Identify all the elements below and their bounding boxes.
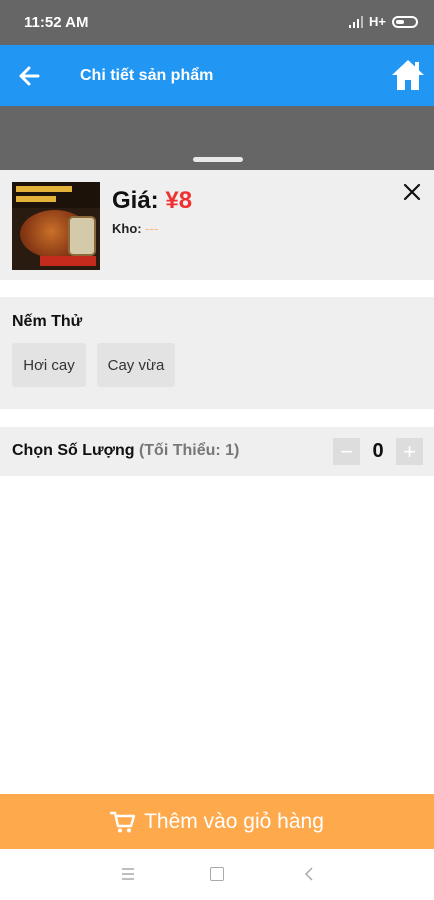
flavor-option-medium[interactable]: Cay vừa — [97, 343, 175, 387]
back-arrow-icon[interactable] — [14, 61, 44, 91]
app-bar: Chi tiết sản phẩm — [0, 45, 434, 106]
add-to-cart-button[interactable]: Thêm vào giỏ hàng — [0, 794, 434, 849]
quantity-minimum: (Tối Thiểu: 1) — [138, 442, 240, 459]
product-options-sheet: Giá: ¥8 Kho: --- Nếm Thử Hơi cay Cay vừa… — [0, 170, 434, 794]
stock-value: --- — [145, 221, 159, 236]
battery-icon — [392, 15, 418, 28]
home-button-icon[interactable] — [210, 867, 224, 881]
home-icon[interactable] — [390, 58, 426, 92]
price-value: ¥8 — [165, 187, 193, 214]
flavor-option-mild[interactable]: Hơi cay — [12, 343, 86, 387]
price-label: Giá: — [112, 187, 166, 214]
add-to-cart-label: Thêm vào giỏ hàng — [144, 809, 324, 833]
status-time: 11:52 AM — [24, 14, 89, 31]
status-bar: 11:52 AM H+ — [0, 0, 434, 45]
stock: Kho: --- — [112, 221, 158, 236]
quantity-value: 0 — [372, 440, 384, 462]
quantity-section: Chọn Số Lượng (Tối Thiểu: 1) − 0 + — [0, 427, 434, 476]
page-title: Chi tiết sản phẩm — [80, 67, 214, 84]
stock-label: Kho: — [112, 221, 146, 236]
close-icon[interactable] — [402, 182, 422, 202]
system-nav-bar — [0, 849, 434, 900]
drag-handle[interactable] — [193, 157, 243, 162]
price: Giá: ¥8 — [112, 187, 192, 215]
system-back-icon[interactable] — [303, 866, 315, 882]
signal-icon — [349, 15, 364, 28]
product-image — [12, 182, 100, 270]
flavor-title: Nếm Thử — [12, 313, 83, 330]
quantity-label: Chọn Số Lượng — [12, 442, 139, 459]
flavor-section: Nếm Thử Hơi cay Cay vừa — [0, 297, 434, 409]
recent-apps-icon[interactable] — [120, 867, 136, 881]
shopping-cart-icon — [110, 811, 136, 832]
product-summary: Giá: ¥8 Kho: --- — [0, 170, 434, 280]
network-type: H+ — [369, 14, 386, 29]
status-icons: H+ — [349, 14, 418, 29]
increment-button[interactable]: + — [396, 438, 423, 465]
quantity-title: Chọn Số Lượng (Tối Thiểu: 1) — [12, 442, 239, 460]
decrement-button[interactable]: − — [333, 438, 360, 465]
overlay-backdrop[interactable] — [0, 106, 434, 170]
